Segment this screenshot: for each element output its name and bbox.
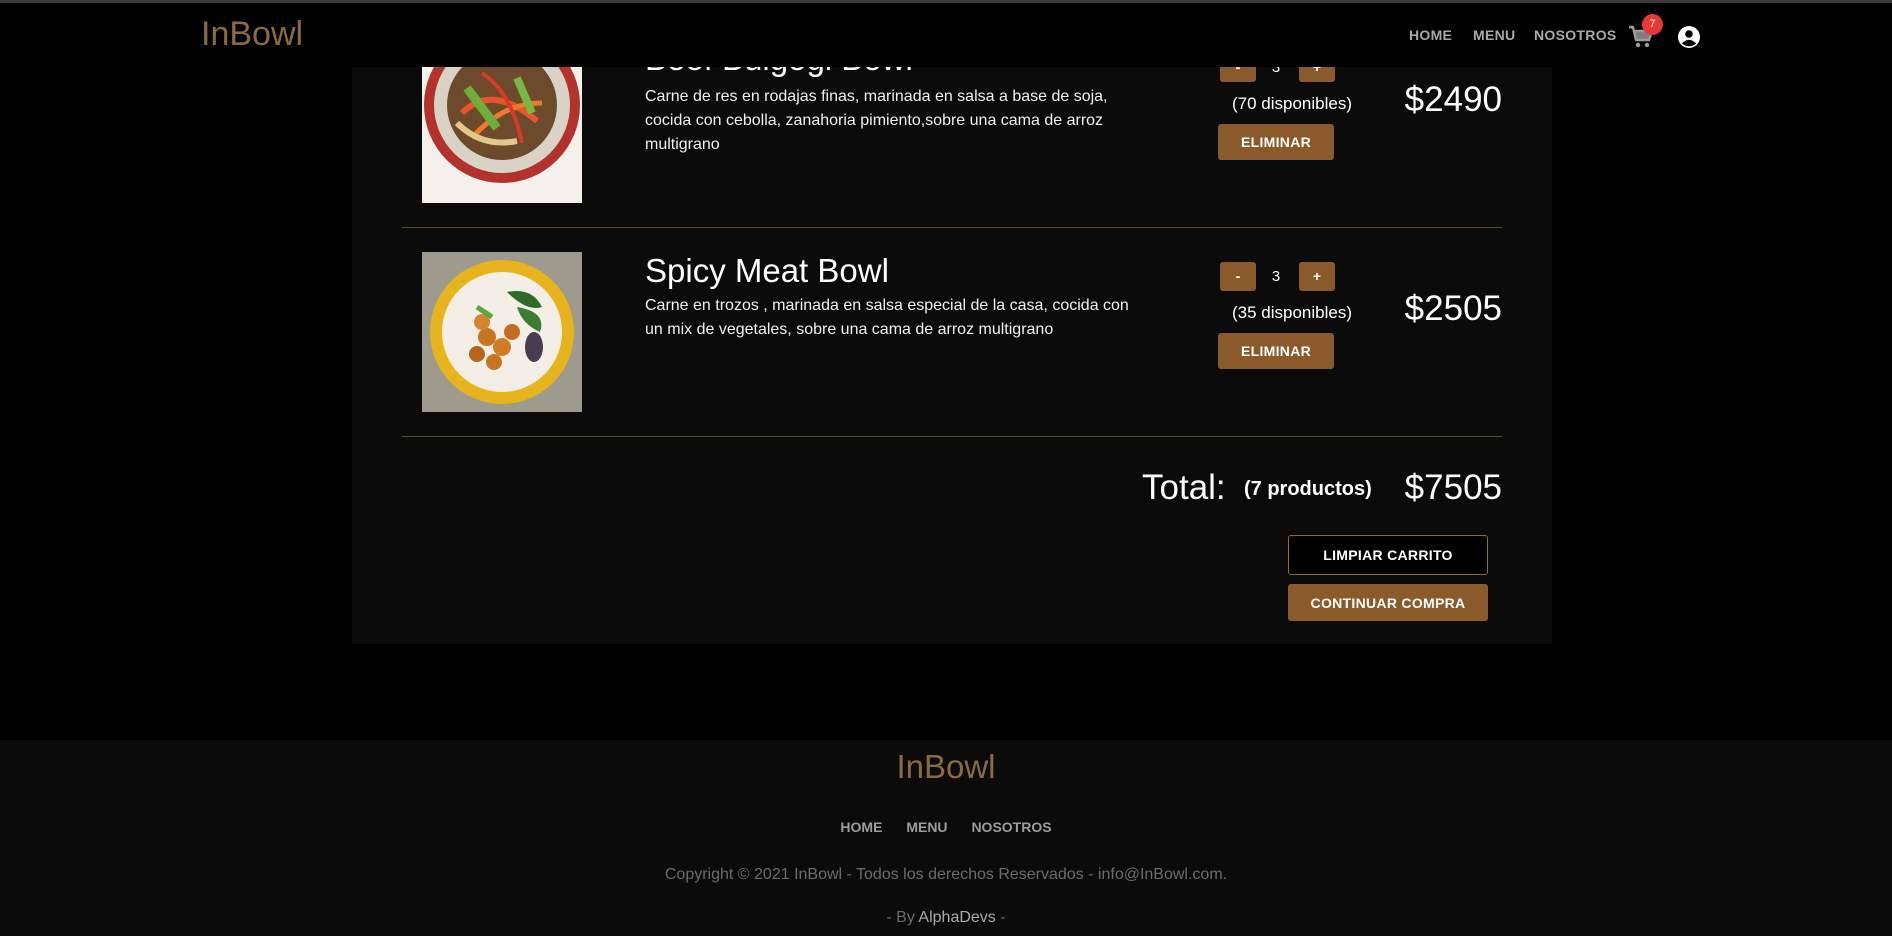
quantity-increase-button[interactable]: +: [1299, 262, 1335, 291]
footer: InBowl HOME MENU NOSOTROS Copyright © 20…: [0, 740, 1892, 936]
item-divider: [402, 227, 1502, 228]
clear-cart-button[interactable]: LIMPIAR CARRITO: [1288, 535, 1488, 575]
product-image-spicy-meat: [422, 252, 582, 412]
continue-purchase-button[interactable]: CONTINUAR COMPRA: [1288, 584, 1488, 621]
copyright-text: Copyright © 2021 InBowl - Todos los dere…: [664, 866, 1228, 883]
footer-brand: InBowl: [896, 748, 996, 785]
navbar: InBowl HOME MENU NOSOTROS 7: [0, 3, 1892, 67]
byline-prefix: - By: [886, 909, 919, 926]
account-icon[interactable]: [1677, 25, 1701, 49]
footer-link-menu[interactable]: MENU: [906, 819, 947, 835]
byline: - By AlphaDevs -: [0, 909, 1892, 927]
developer-link[interactable]: AlphaDevs: [918, 909, 995, 926]
availability-text: (35 disponibles): [1231, 303, 1352, 322]
quantity-decrease-button[interactable]: -: [1220, 262, 1256, 291]
total-price: $7505: [1404, 468, 1502, 507]
total-label: Total:: [1142, 468, 1226, 507]
quantity-value: 3: [1271, 268, 1281, 285]
cart-count-badge: 7: [1642, 14, 1663, 35]
product-description: Carne en trozos , marinada en salsa espe…: [645, 297, 1129, 338]
total-product-count: (7 productos): [1244, 478, 1372, 500]
nav-home[interactable]: HOME: [1409, 27, 1452, 43]
nav-menu[interactable]: MENU: [1473, 27, 1515, 43]
product-name: Spicy Meat Bowl: [645, 252, 889, 289]
browser-top-line: [0, 0, 1892, 3]
footer-nav: HOME MENU NOSOTROS: [0, 819, 1892, 835]
footer-link-nosotros[interactable]: NOSOTROS: [971, 819, 1051, 835]
nav-nosotros[interactable]: NOSOTROS: [1534, 27, 1617, 43]
footer-link-home[interactable]: HOME: [840, 819, 882, 835]
byline-suffix: -: [995, 909, 1006, 926]
item-divider: [402, 436, 1502, 437]
brand-logo[interactable]: InBowl: [201, 15, 303, 54]
cart-panel: Beef Bulgogi Bowl Carne de res en rodaja…: [352, 0, 1552, 644]
item-price: $2505: [1404, 289, 1502, 328]
remove-item-button[interactable]: ELIMINAR: [1218, 333, 1334, 369]
